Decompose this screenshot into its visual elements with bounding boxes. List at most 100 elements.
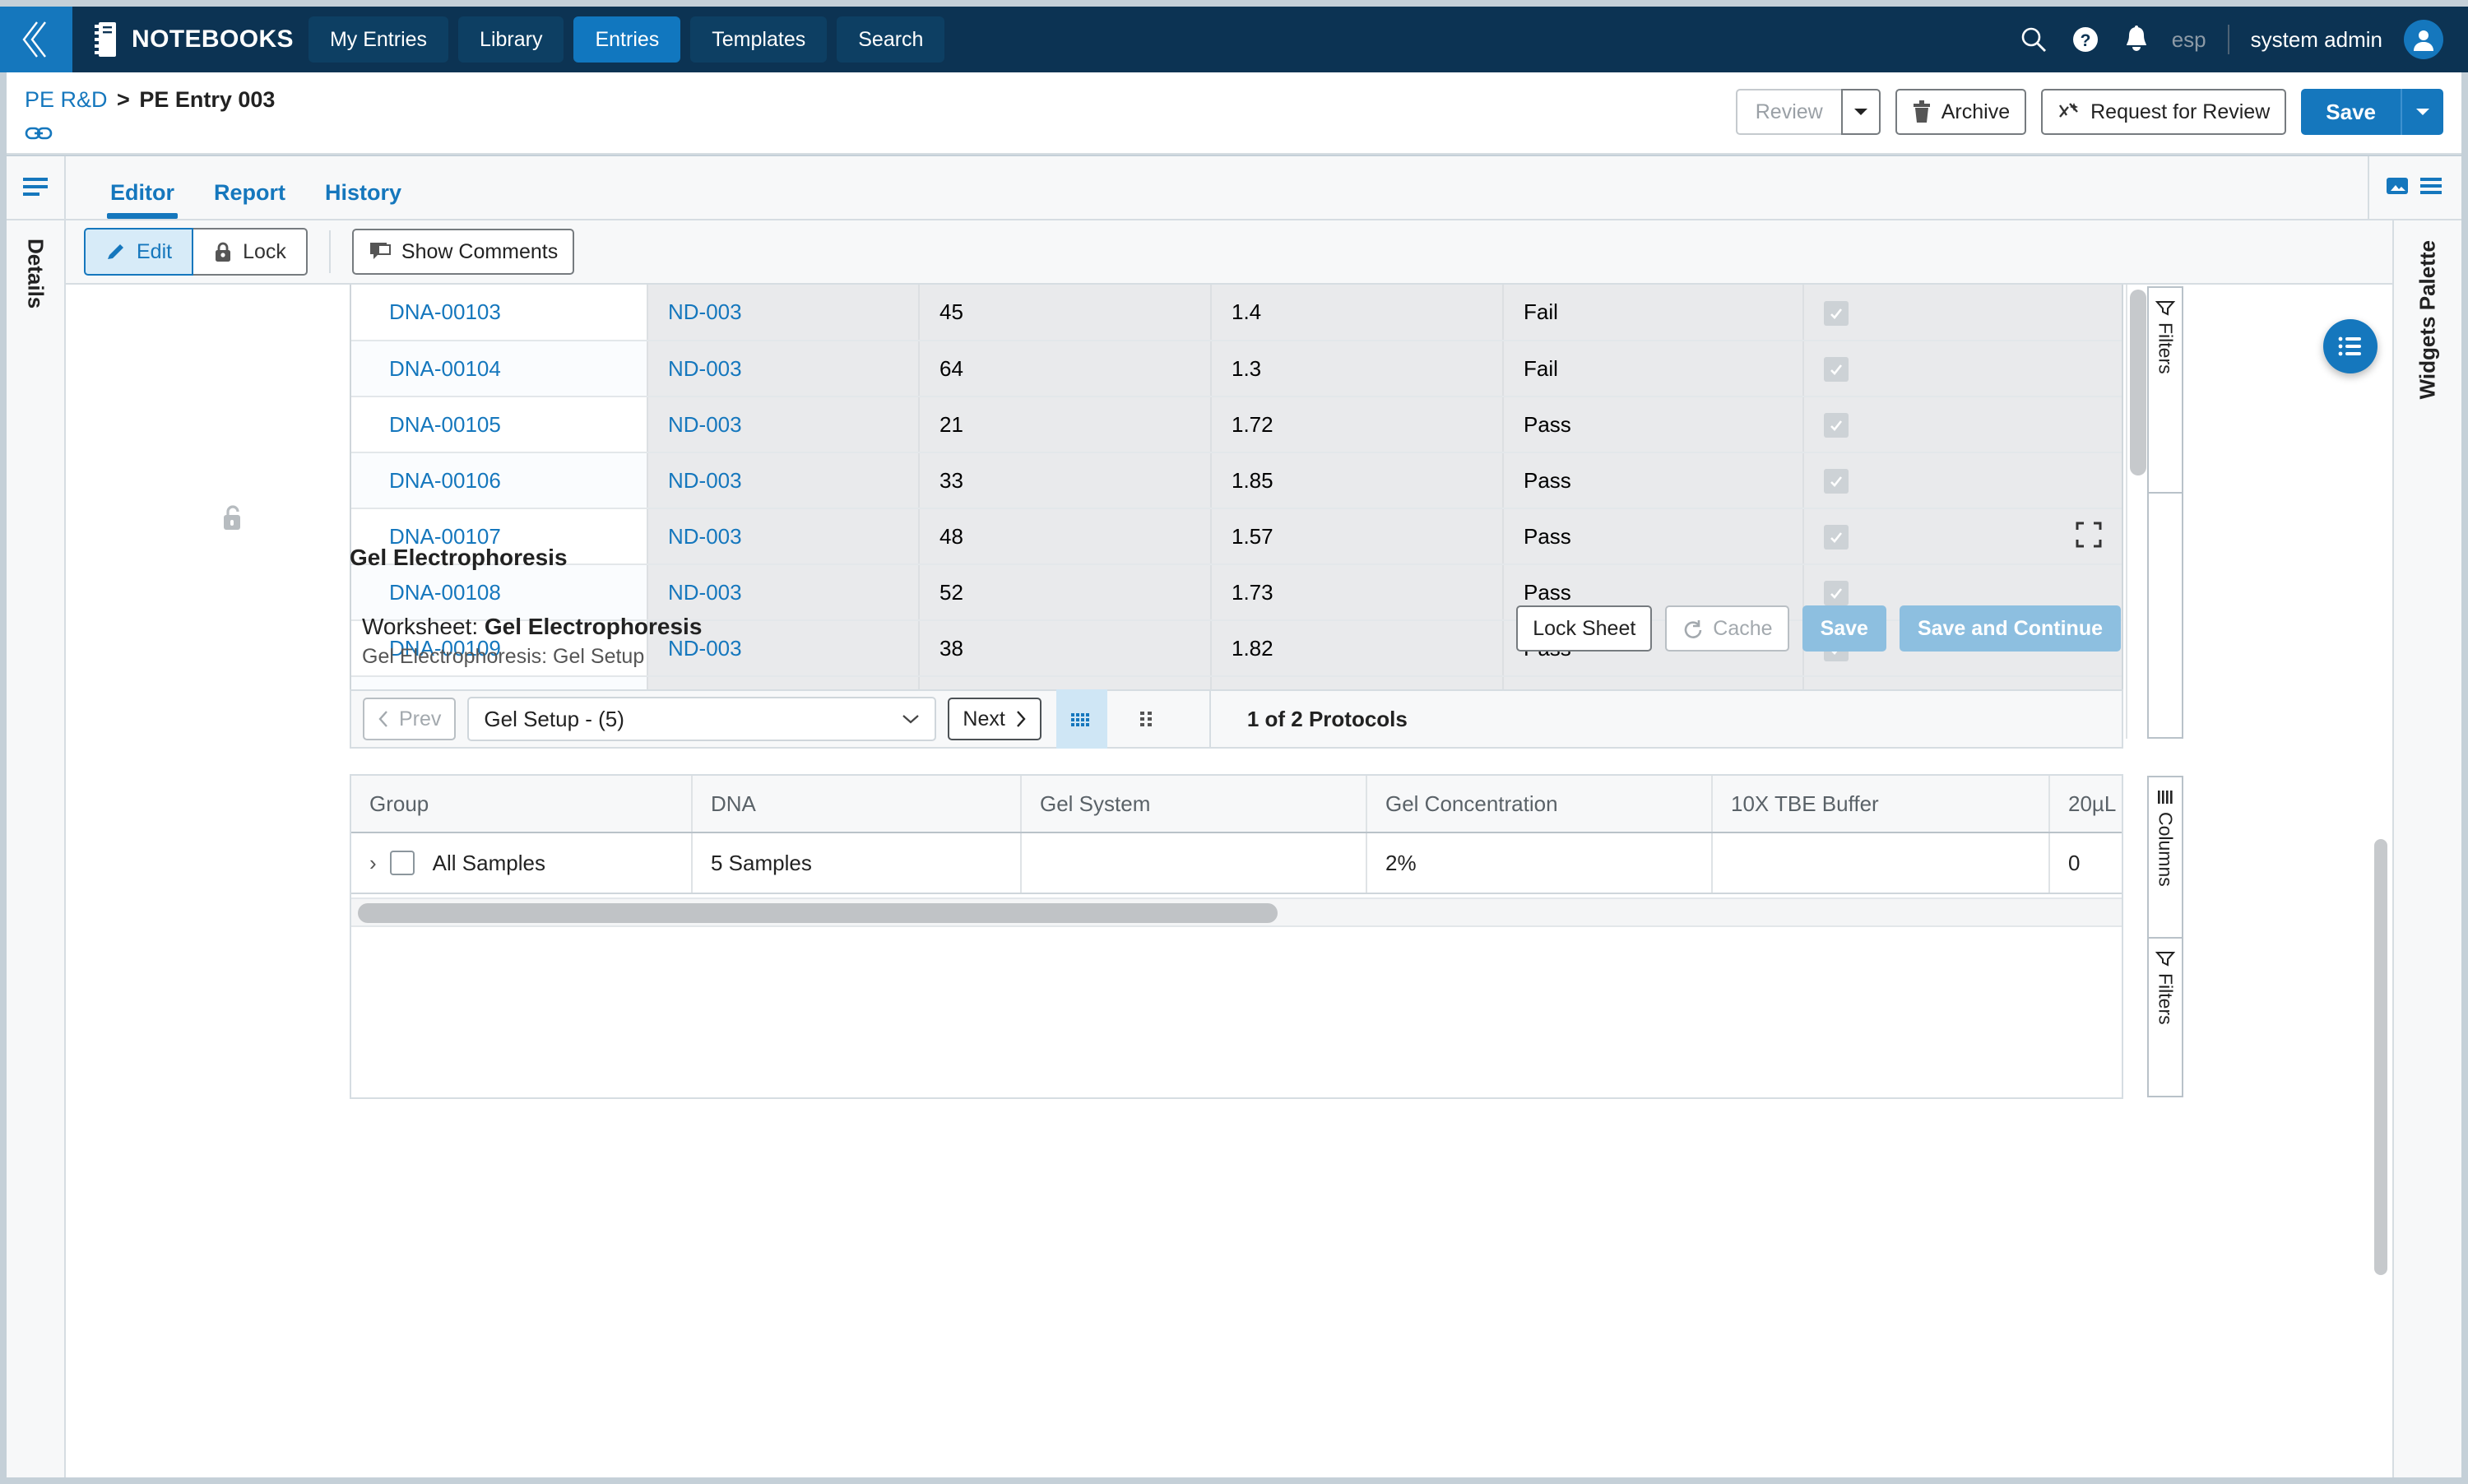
edit-button[interactable]: Edit — [84, 228, 194, 276]
help-icon[interactable]: ? — [2070, 24, 2101, 55]
gel-grid-horizontal-scrollbar[interactable] — [351, 897, 2122, 927]
nd-link[interactable]: ND-003 — [668, 524, 742, 549]
nav-tab-templates[interactable]: Templates — [690, 16, 828, 63]
protocol-select[interactable]: Gel Setup - (5) — [467, 697, 937, 741]
nd-link[interactable]: ND-003 — [668, 412, 742, 437]
dna-table-vertical-scrollbar[interactable] — [2126, 285, 2147, 739]
collapse-sidebar-button[interactable] — [0, 7, 72, 72]
dna-link[interactable]: DNA-00104 — [371, 356, 501, 381]
nav-tab-search[interactable]: Search — [837, 16, 945, 63]
next-protocol-button[interactable]: Next — [948, 698, 1041, 740]
dna-filters-tab[interactable]: Filters — [2149, 288, 2182, 494]
table-row[interactable]: DNA-00105 ND-003 21 1.72 Pass — [351, 397, 2122, 453]
nd-link[interactable]: ND-003 — [668, 356, 742, 381]
gel-grid-side-rail: Columns Filters — [2147, 776, 2183, 1097]
worksheet-actions: Lock Sheet Cache Save Save and Continue — [1516, 605, 2121, 652]
column-header-gel-system[interactable]: Gel System — [1022, 776, 1367, 832]
gel-grid-row[interactable]: › All Samples 5 Samples 2% 0 — [351, 833, 2122, 894]
widgets-fab-button[interactable] — [2323, 319, 2378, 373]
notebook-icon — [92, 21, 120, 58]
review-button[interactable]: Review — [1735, 89, 1841, 135]
dna-link[interactable]: DNA-00103 — [371, 299, 501, 324]
table-row[interactable]: DNA-00107 ND-003 48 1.57 Pass — [351, 508, 2122, 565]
link-icon[interactable] — [25, 123, 53, 143]
tab-editor[interactable]: Editor — [90, 180, 194, 219]
table-row[interactable]: DNA-00106 ND-003 33 1.85 Pass — [351, 452, 2122, 509]
gel-concentration-cell[interactable]: 2% — [1367, 833, 1713, 893]
row-expander-icon[interactable]: › — [369, 851, 377, 876]
nav-tab-library[interactable]: Library — [458, 16, 564, 63]
tbe-buffer-cell[interactable] — [1713, 833, 2050, 893]
chevron-down-icon — [902, 715, 920, 724]
gel-system-cell[interactable] — [1022, 833, 1367, 893]
left-details-rail: Details — [7, 220, 66, 1477]
request-for-review-button[interactable]: Request for Review — [2041, 89, 2287, 135]
save-button[interactable]: Save — [2301, 89, 2401, 135]
unlocked-padlock-icon[interactable] — [220, 503, 245, 536]
expand-fullscreen-icon[interactable] — [2075, 521, 2103, 553]
table-row[interactable]: DNA-00104 ND-003 64 1.3 Fail — [351, 341, 2122, 397]
nav-tab-my-entries[interactable]: My Entries — [308, 16, 449, 63]
gel-filters-tab[interactable]: Filters — [2149, 939, 2182, 1096]
lock-button[interactable]: Lock — [193, 228, 308, 276]
table-row[interactable]: DNA-00103 ND-003 45 1.4 Fail — [351, 285, 2122, 341]
concentration-cell: 48 — [918, 508, 1211, 565]
sidebar-tab-details[interactable]: Details — [23, 239, 49, 308]
nd-link[interactable]: ND-003 — [668, 299, 742, 324]
pipette-cell[interactable]: 0 — [2050, 833, 2122, 893]
view-dense-toggle[interactable] — [1055, 689, 1107, 749]
worksheet-save-continue-button[interactable]: Save and Continue — [1899, 605, 2121, 652]
prev-protocol-button[interactable]: Prev — [363, 698, 457, 740]
gel-filters-label: Filters — [2155, 973, 2177, 1025]
funnel-icon — [2155, 952, 2175, 967]
row-checkbox[interactable] — [389, 851, 415, 875]
archive-label: Archive — [1941, 100, 2011, 123]
view-sparse-toggle[interactable] — [1122, 689, 1173, 749]
breadcrumb-parent-link[interactable]: PE R&D — [25, 87, 108, 112]
chevron-right-icon — [1016, 711, 1026, 727]
dna-link[interactable]: DNA-00106 — [371, 468, 501, 493]
pencil-icon — [108, 244, 123, 259]
gel-columns-tab[interactable]: Columns — [2149, 777, 2182, 939]
review-split-button[interactable]: Review — [1735, 89, 1881, 135]
scrollbar-thumb[interactable] — [2130, 290, 2146, 475]
column-header-gel-concentration[interactable]: Gel Concentration — [1367, 776, 1713, 832]
scrollbar-thumb[interactable] — [358, 903, 1278, 923]
save-caret-down-icon[interactable] — [2401, 89, 2443, 135]
dna-link[interactable]: DNA-00108 — [371, 580, 501, 605]
page-scrollbar-thumb[interactable] — [2374, 839, 2387, 1275]
search-icon[interactable] — [2019, 25, 2048, 54]
lock-sheet-button[interactable]: Lock Sheet — [1516, 605, 1653, 652]
caret-down-icon[interactable] — [1840, 89, 1881, 135]
column-header-tbe-buffer[interactable]: 10X TBE Buffer — [1713, 776, 2050, 832]
list-lines-icon[interactable] — [2419, 175, 2443, 201]
next-label: Next — [963, 707, 1005, 730]
nd-link[interactable]: ND-003 — [668, 468, 742, 493]
tab-history[interactable]: History — [305, 180, 421, 219]
result-cell: Pass — [1502, 452, 1803, 509]
show-comments-button[interactable]: Show Comments — [351, 229, 575, 275]
editor-toolbar: Edit Lock Show Comments — [66, 220, 2392, 285]
sidebar-tab-widgets-palette[interactable]: Widgets Palette — [2415, 240, 2441, 399]
save-split-button[interactable]: Save — [2301, 89, 2443, 135]
tab-strip-view-icons — [2368, 156, 2461, 219]
image-widget-icon[interactable] — [2386, 175, 2410, 201]
gel-setup-grid: Group DNA Gel System Gel Concentration 1… — [350, 774, 2123, 1099]
readonly-checkbox-icon — [1824, 581, 1849, 605]
cache-button[interactable]: Cache — [1665, 605, 1789, 652]
avatar[interactable] — [2404, 20, 2443, 59]
tab-report[interactable]: Report — [194, 180, 305, 219]
column-header-group[interactable]: Group — [351, 776, 693, 832]
nav-tab-entries[interactable]: Entries — [573, 16, 681, 63]
nd-link[interactable]: ND-003 — [668, 580, 742, 605]
archive-button[interactable]: Archive — [1895, 89, 2027, 135]
menu-lines-icon[interactable] — [7, 156, 66, 219]
dna-cell[interactable]: 5 Samples — [693, 833, 1022, 893]
gel-section-title: Gel Electrophoresis — [350, 545, 568, 570]
column-header-pipette[interactable]: 20µL Pip — [2050, 776, 2122, 832]
column-header-dna[interactable]: DNA — [693, 776, 1022, 832]
notifications-bell-icon[interactable] — [2122, 24, 2150, 55]
dna-link[interactable]: DNA-00105 — [371, 412, 501, 437]
ratio-cell: 1.82 — [1210, 620, 1503, 677]
worksheet-save-button[interactable]: Save — [1802, 605, 1886, 652]
